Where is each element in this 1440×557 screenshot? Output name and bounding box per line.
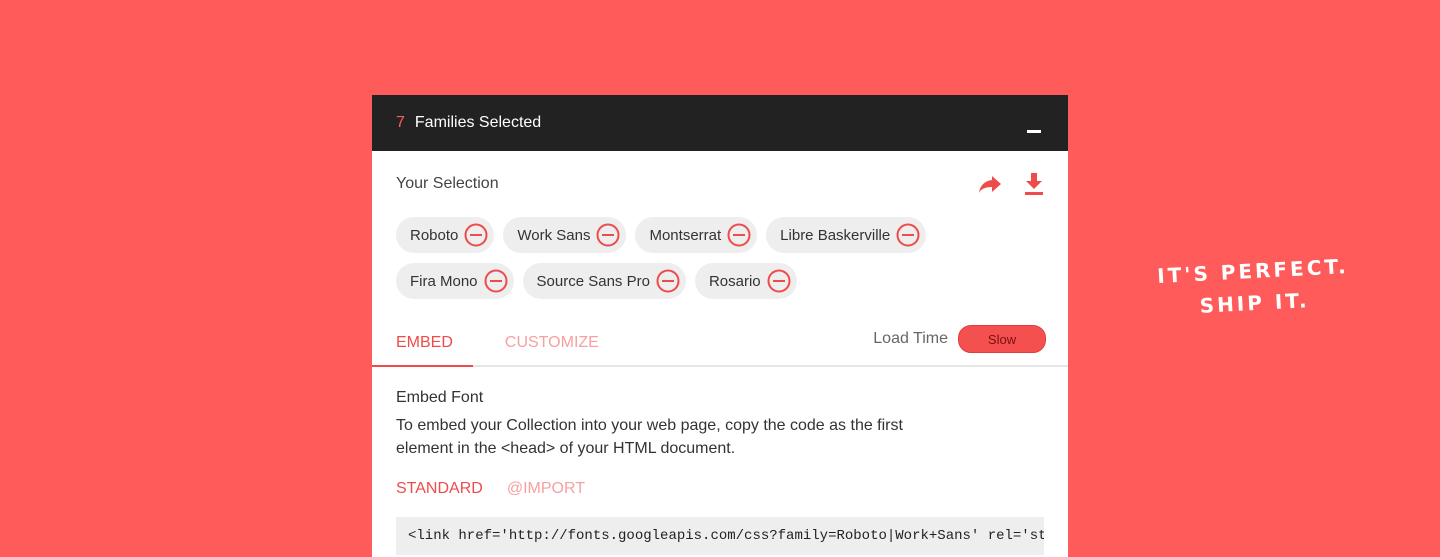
- load-time-label: Load Time: [873, 330, 948, 347]
- remove-circle-icon[interactable]: [656, 269, 680, 293]
- embed-section: Embed Font To embed your Collection into…: [372, 367, 1068, 555]
- your-selection-title: Your Selection: [396, 175, 499, 192]
- font-chip-label: Source Sans Pro: [536, 272, 650, 290]
- active-tab-indicator: [372, 365, 473, 367]
- remove-circle-icon[interactable]: [596, 223, 620, 247]
- font-chip-label: Roboto: [410, 226, 459, 244]
- remove-circle-icon[interactable]: [484, 269, 508, 293]
- font-chip-libre-baskerville: Libre Baskerville: [766, 217, 927, 253]
- font-chip-fira-mono: Fira Mono: [396, 263, 514, 299]
- embed-font-title: Embed Font: [396, 389, 484, 406]
- selected-font-chips: Roboto Work Sans Montserrat Libre Basker…: [372, 217, 1068, 299]
- handwritten-note: IT'S PERFECT. SHIP IT.: [1156, 250, 1351, 324]
- minimize-icon[interactable]: [1027, 130, 1041, 133]
- embed-code-snippet[interactable]: <link href='http://fonts.googleapis.com/…: [396, 517, 1044, 555]
- download-icon[interactable]: [1024, 173, 1044, 195]
- tab-customize[interactable]: CUSTOMIZE: [505, 321, 599, 365]
- collection-drawer: 7 Families Selected Your Selection Robot…: [372, 95, 1068, 557]
- font-chip-label: Libre Baskerville: [780, 226, 891, 244]
- tab-standard[interactable]: STANDARD: [396, 480, 483, 498]
- tab-import[interactable]: @IMPORT: [507, 480, 585, 498]
- embed-method-tabs: STANDARD @IMPORT: [396, 480, 1044, 498]
- load-time-badge: Slow: [958, 325, 1046, 353]
- remove-circle-icon[interactable]: [727, 223, 751, 247]
- drawer-header[interactable]: 7 Families Selected: [372, 95, 1068, 151]
- share-icon[interactable]: [978, 175, 1002, 193]
- tab-customize-label: CUSTOMIZE: [504, 334, 599, 351]
- font-chip-roboto: Roboto: [396, 217, 495, 253]
- font-chip-work-sans: Work Sans: [503, 217, 627, 253]
- remove-circle-icon[interactable]: [464, 223, 488, 247]
- font-chip-montserrat: Montserrat: [635, 217, 758, 253]
- remove-circle-icon[interactable]: [767, 269, 791, 293]
- selection-header: Your Selection: [372, 151, 1068, 217]
- font-chip-label: Work Sans: [517, 226, 591, 244]
- tab-embed[interactable]: EMBED: [396, 321, 453, 365]
- font-chip-label: Montserrat: [649, 226, 722, 244]
- load-time: Load Time Slow: [873, 325, 1046, 353]
- font-chip-rosario: Rosario: [694, 263, 797, 299]
- font-chip-label: Rosario: [708, 272, 761, 290]
- font-chip-label: Fira Mono: [410, 272, 478, 290]
- selected-count: 7: [396, 114, 405, 131]
- tab-embed-label: EMBED: [396, 334, 453, 351]
- selection-actions: [978, 173, 1044, 195]
- embed-customize-tabs: EMBED CUSTOMIZE Load Time Slow: [372, 321, 1068, 367]
- families-selected-label: Families Selected: [414, 114, 542, 131]
- remove-circle-icon[interactable]: [896, 223, 920, 247]
- font-chip-source-sans-pro: Source Sans Pro: [522, 263, 686, 299]
- embed-description: To embed your Collection into your web p…: [396, 417, 903, 457]
